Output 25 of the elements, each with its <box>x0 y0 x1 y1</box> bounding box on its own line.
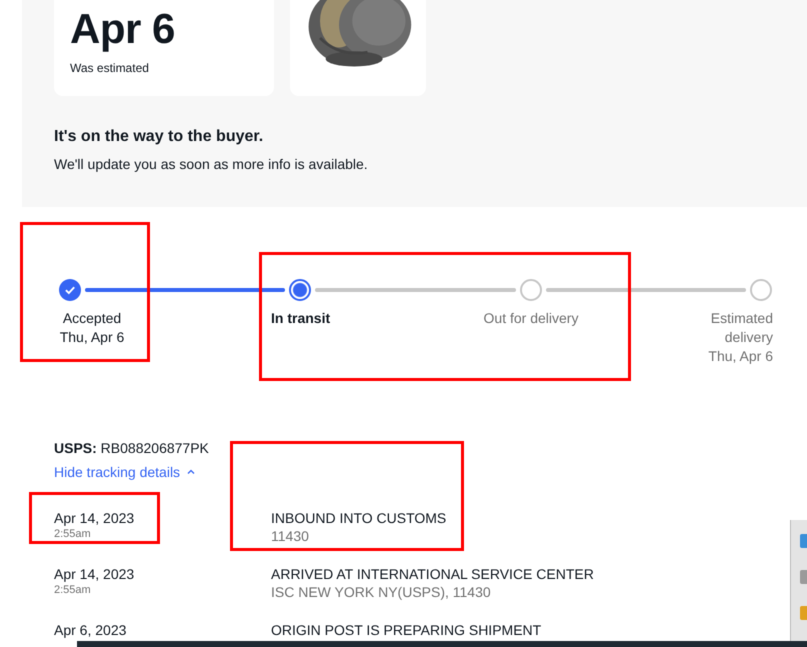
event-date: Apr 14, 2023 <box>54 565 136 584</box>
step-label: Estimated delivery <box>710 309 773 347</box>
hide-details-link[interactable]: Hide tracking details <box>54 464 196 480</box>
step-date: Thu, Apr 6 <box>58 328 126 347</box>
app-icon[interactable] <box>800 606 807 620</box>
event-description: ARRIVED AT INTERNATIONAL SERVICE CENTER <box>271 565 594 584</box>
event-time: 2:55am <box>54 584 92 596</box>
event-date: Apr 14, 2023 <box>54 509 136 528</box>
event-description: ORIGIN POST IS PREPARING SHIPMENT <box>271 621 542 640</box>
event-date: Apr 6, 2023 <box>54 621 128 640</box>
app-icon[interactable] <box>800 534 807 548</box>
step-date: Thu, Apr 6 <box>707 347 773 366</box>
status-message: We'll update you as soon as more info is available. <box>54 156 369 172</box>
step-label: Accepted <box>62 309 122 328</box>
tracking-number: USPS: RB088206877PK <box>54 440 210 456</box>
step-label: In transit <box>271 309 330 328</box>
event-location: 11430 <box>271 528 310 544</box>
delivery-date: Apr 6 <box>70 4 176 54</box>
event-time: 2:55am <box>54 528 92 540</box>
app-icon[interactable] <box>800 570 807 584</box>
step-label: Out for delivery <box>482 309 580 328</box>
date-note: Was estimated <box>70 61 150 75</box>
status-heading: It's on the way to the buyer. <box>54 128 264 146</box>
event-location: ISC NEW YORK NY(USPS), 11430 <box>271 584 492 600</box>
event-description: INBOUND INTO CUSTOMS <box>271 509 446 528</box>
